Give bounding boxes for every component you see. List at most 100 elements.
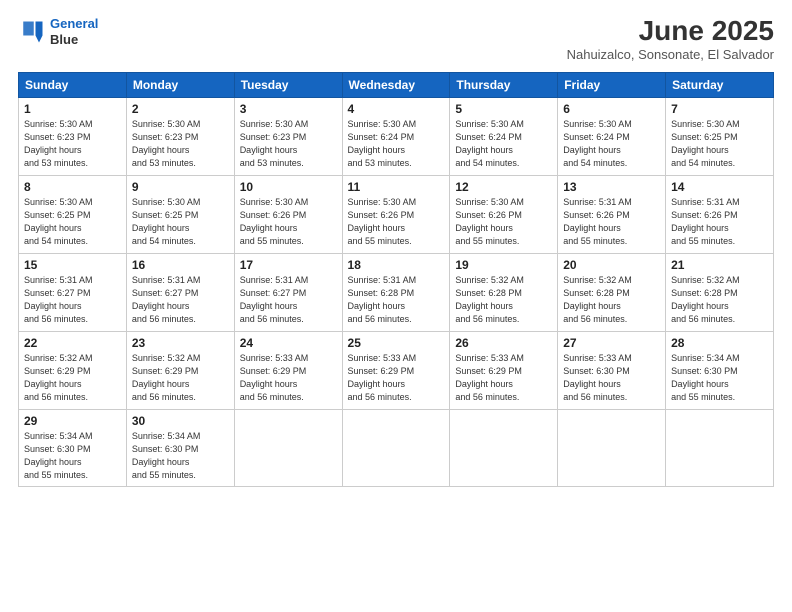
day-info: Sunrise: 5:32 AMSunset: 6:28 PMDaylight … bbox=[671, 274, 768, 326]
day-number: 5 bbox=[455, 102, 552, 116]
day-cell bbox=[234, 409, 342, 486]
day-cell: 20 Sunrise: 5:32 AMSunset: 6:28 PMDaylig… bbox=[558, 253, 666, 331]
day-cell: 30 Sunrise: 5:34 AMSunset: 6:30 PMDaylig… bbox=[126, 409, 234, 486]
day-number: 22 bbox=[24, 336, 121, 350]
day-cell: 21 Sunrise: 5:32 AMSunset: 6:28 PMDaylig… bbox=[666, 253, 774, 331]
week-row-2: 8 Sunrise: 5:30 AMSunset: 6:25 PMDayligh… bbox=[19, 175, 774, 253]
week-row-1: 1 Sunrise: 5:30 AMSunset: 6:23 PMDayligh… bbox=[19, 97, 774, 175]
day-info: Sunrise: 5:30 AMSunset: 6:25 PMDaylight … bbox=[132, 196, 229, 248]
day-number: 20 bbox=[563, 258, 660, 272]
day-info: Sunrise: 5:31 AMSunset: 6:26 PMDaylight … bbox=[671, 196, 768, 248]
day-number: 11 bbox=[348, 180, 445, 194]
day-info: Sunrise: 5:30 AMSunset: 6:26 PMDaylight … bbox=[348, 196, 445, 248]
day-cell: 28 Sunrise: 5:34 AMSunset: 6:30 PMDaylig… bbox=[666, 331, 774, 409]
day-info: Sunrise: 5:32 AMSunset: 6:29 PMDaylight … bbox=[132, 352, 229, 404]
col-monday: Monday bbox=[126, 72, 234, 97]
day-cell: 25 Sunrise: 5:33 AMSunset: 6:29 PMDaylig… bbox=[342, 331, 450, 409]
day-info: Sunrise: 5:31 AMSunset: 6:27 PMDaylight … bbox=[24, 274, 121, 326]
day-info: Sunrise: 5:34 AMSunset: 6:30 PMDaylight … bbox=[24, 430, 121, 482]
day-number: 4 bbox=[348, 102, 445, 116]
day-number: 18 bbox=[348, 258, 445, 272]
day-cell: 16 Sunrise: 5:31 AMSunset: 6:27 PMDaylig… bbox=[126, 253, 234, 331]
day-number: 23 bbox=[132, 336, 229, 350]
day-info: Sunrise: 5:30 AMSunset: 6:23 PMDaylight … bbox=[240, 118, 337, 170]
day-number: 14 bbox=[671, 180, 768, 194]
day-number: 19 bbox=[455, 258, 552, 272]
day-info: Sunrise: 5:31 AMSunset: 6:27 PMDaylight … bbox=[132, 274, 229, 326]
day-info: Sunrise: 5:33 AMSunset: 6:29 PMDaylight … bbox=[240, 352, 337, 404]
day-info: Sunrise: 5:30 AMSunset: 6:24 PMDaylight … bbox=[563, 118, 660, 170]
month-title: June 2025 bbox=[567, 16, 774, 47]
day-number: 29 bbox=[24, 414, 121, 428]
day-info: Sunrise: 5:30 AMSunset: 6:25 PMDaylight … bbox=[24, 196, 121, 248]
day-number: 2 bbox=[132, 102, 229, 116]
week-row-3: 15 Sunrise: 5:31 AMSunset: 6:27 PMDaylig… bbox=[19, 253, 774, 331]
day-cell: 14 Sunrise: 5:31 AMSunset: 6:26 PMDaylig… bbox=[666, 175, 774, 253]
day-cell: 27 Sunrise: 5:33 AMSunset: 6:30 PMDaylig… bbox=[558, 331, 666, 409]
day-cell: 29 Sunrise: 5:34 AMSunset: 6:30 PMDaylig… bbox=[19, 409, 127, 486]
day-cell: 12 Sunrise: 5:30 AMSunset: 6:26 PMDaylig… bbox=[450, 175, 558, 253]
header: General Blue June 2025 Nahuizalco, Sonso… bbox=[18, 16, 774, 62]
col-saturday: Saturday bbox=[666, 72, 774, 97]
day-cell: 1 Sunrise: 5:30 AMSunset: 6:23 PMDayligh… bbox=[19, 97, 127, 175]
day-number: 3 bbox=[240, 102, 337, 116]
day-info: Sunrise: 5:30 AMSunset: 6:26 PMDaylight … bbox=[240, 196, 337, 248]
day-number: 8 bbox=[24, 180, 121, 194]
day-info: Sunrise: 5:34 AMSunset: 6:30 PMDaylight … bbox=[671, 352, 768, 404]
logo-icon bbox=[18, 18, 46, 46]
day-cell: 22 Sunrise: 5:32 AMSunset: 6:29 PMDaylig… bbox=[19, 331, 127, 409]
day-number: 17 bbox=[240, 258, 337, 272]
day-cell: 2 Sunrise: 5:30 AMSunset: 6:23 PMDayligh… bbox=[126, 97, 234, 175]
day-number: 9 bbox=[132, 180, 229, 194]
day-number: 26 bbox=[455, 336, 552, 350]
day-cell: 13 Sunrise: 5:31 AMSunset: 6:26 PMDaylig… bbox=[558, 175, 666, 253]
day-cell bbox=[342, 409, 450, 486]
col-thursday: Thursday bbox=[450, 72, 558, 97]
day-number: 25 bbox=[348, 336, 445, 350]
col-wednesday: Wednesday bbox=[342, 72, 450, 97]
location-subtitle: Nahuizalco, Sonsonate, El Salvador bbox=[567, 47, 774, 62]
day-cell: 24 Sunrise: 5:33 AMSunset: 6:29 PMDaylig… bbox=[234, 331, 342, 409]
day-info: Sunrise: 5:32 AMSunset: 6:28 PMDaylight … bbox=[455, 274, 552, 326]
day-info: Sunrise: 5:32 AMSunset: 6:29 PMDaylight … bbox=[24, 352, 121, 404]
day-cell bbox=[558, 409, 666, 486]
day-info: Sunrise: 5:30 AMSunset: 6:24 PMDaylight … bbox=[455, 118, 552, 170]
day-number: 24 bbox=[240, 336, 337, 350]
day-info: Sunrise: 5:30 AMSunset: 6:23 PMDaylight … bbox=[132, 118, 229, 170]
day-number: 12 bbox=[455, 180, 552, 194]
calendar-body: 1 Sunrise: 5:30 AMSunset: 6:23 PMDayligh… bbox=[19, 97, 774, 486]
day-cell: 9 Sunrise: 5:30 AMSunset: 6:25 PMDayligh… bbox=[126, 175, 234, 253]
day-cell: 5 Sunrise: 5:30 AMSunset: 6:24 PMDayligh… bbox=[450, 97, 558, 175]
week-row-5: 29 Sunrise: 5:34 AMSunset: 6:30 PMDaylig… bbox=[19, 409, 774, 486]
day-number: 7 bbox=[671, 102, 768, 116]
day-number: 21 bbox=[671, 258, 768, 272]
logo-text: General Blue bbox=[50, 16, 98, 47]
day-info: Sunrise: 5:33 AMSunset: 6:30 PMDaylight … bbox=[563, 352, 660, 404]
day-cell: 18 Sunrise: 5:31 AMSunset: 6:28 PMDaylig… bbox=[342, 253, 450, 331]
day-info: Sunrise: 5:30 AMSunset: 6:25 PMDaylight … bbox=[671, 118, 768, 170]
col-tuesday: Tuesday bbox=[234, 72, 342, 97]
day-cell: 3 Sunrise: 5:30 AMSunset: 6:23 PMDayligh… bbox=[234, 97, 342, 175]
day-cell: 23 Sunrise: 5:32 AMSunset: 6:29 PMDaylig… bbox=[126, 331, 234, 409]
day-number: 27 bbox=[563, 336, 660, 350]
day-cell: 6 Sunrise: 5:30 AMSunset: 6:24 PMDayligh… bbox=[558, 97, 666, 175]
day-info: Sunrise: 5:30 AMSunset: 6:26 PMDaylight … bbox=[455, 196, 552, 248]
title-block: June 2025 Nahuizalco, Sonsonate, El Salv… bbox=[567, 16, 774, 62]
day-number: 28 bbox=[671, 336, 768, 350]
day-cell: 17 Sunrise: 5:31 AMSunset: 6:27 PMDaylig… bbox=[234, 253, 342, 331]
day-number: 10 bbox=[240, 180, 337, 194]
day-number: 30 bbox=[132, 414, 229, 428]
day-cell: 15 Sunrise: 5:31 AMSunset: 6:27 PMDaylig… bbox=[19, 253, 127, 331]
day-info: Sunrise: 5:30 AMSunset: 6:23 PMDaylight … bbox=[24, 118, 121, 170]
col-friday: Friday bbox=[558, 72, 666, 97]
day-cell: 4 Sunrise: 5:30 AMSunset: 6:24 PMDayligh… bbox=[342, 97, 450, 175]
day-cell: 10 Sunrise: 5:30 AMSunset: 6:26 PMDaylig… bbox=[234, 175, 342, 253]
day-cell bbox=[450, 409, 558, 486]
day-info: Sunrise: 5:33 AMSunset: 6:29 PMDaylight … bbox=[455, 352, 552, 404]
day-cell: 26 Sunrise: 5:33 AMSunset: 6:29 PMDaylig… bbox=[450, 331, 558, 409]
day-info: Sunrise: 5:32 AMSunset: 6:28 PMDaylight … bbox=[563, 274, 660, 326]
page: General Blue June 2025 Nahuizalco, Sonso… bbox=[0, 0, 792, 612]
day-info: Sunrise: 5:31 AMSunset: 6:26 PMDaylight … bbox=[563, 196, 660, 248]
day-number: 13 bbox=[563, 180, 660, 194]
day-cell: 19 Sunrise: 5:32 AMSunset: 6:28 PMDaylig… bbox=[450, 253, 558, 331]
